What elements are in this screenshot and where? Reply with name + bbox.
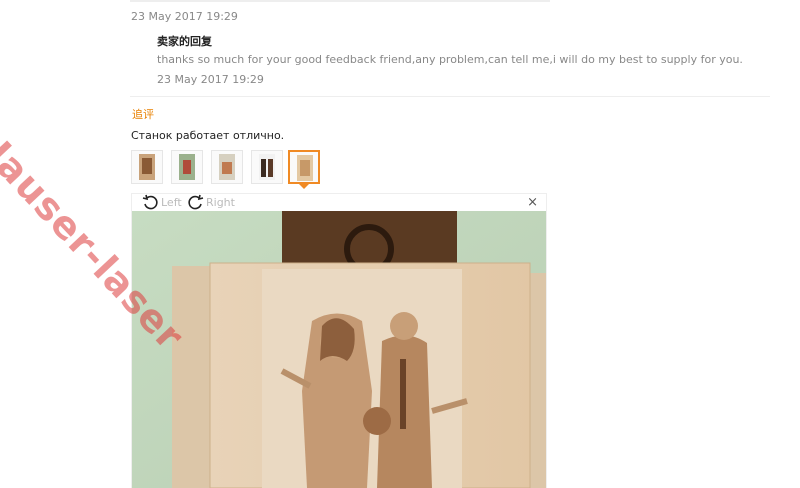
- seller-reply-date: 23 May 2017 19:29: [157, 73, 264, 86]
- engraved-wood-photo: [132, 211, 546, 488]
- review-photo: [132, 211, 546, 488]
- rotate-right-button[interactable]: Right: [187, 194, 235, 211]
- section-divider: [130, 96, 770, 97]
- rotate-left-label: Left: [161, 196, 182, 209]
- image-viewer: Left Right ×: [131, 193, 547, 488]
- rotate-left-icon: [142, 194, 158, 210]
- seller-reply-text: thanks so much for your good feedback fr…: [157, 53, 743, 66]
- thumbnail-2[interactable]: [171, 150, 203, 184]
- followup-text: Станок работает отлично.: [131, 129, 285, 142]
- rotate-right-label: Right: [206, 196, 235, 209]
- previous-review-divider: [130, 0, 550, 2]
- photo-thumbnail-icon: [219, 154, 235, 180]
- photo-thumbnail-icon: [179, 154, 195, 180]
- close-viewer-button[interactable]: ×: [527, 195, 538, 210]
- thumbnail-1[interactable]: [131, 150, 163, 184]
- photo-thumbnail-icon: [139, 154, 155, 180]
- seller-reply-label: 卖家的回复: [157, 35, 212, 48]
- photo-thumbnail-icon: [259, 154, 275, 180]
- photo-thumbnail-icon: [297, 155, 313, 181]
- thumbnail-3[interactable]: [211, 150, 243, 184]
- review-date: 23 May 2017 19:29: [131, 10, 238, 23]
- rotate-right-icon: [188, 194, 204, 210]
- thumbnail-4[interactable]: [251, 150, 283, 184]
- selected-thumbnail-caret: [299, 184, 309, 189]
- viewer-toolbar: Left Right ×: [132, 194, 546, 211]
- followup-label: 追评: [132, 108, 154, 121]
- rotate-left-button[interactable]: Left: [142, 194, 182, 211]
- thumbnail-5-selected[interactable]: [288, 150, 320, 184]
